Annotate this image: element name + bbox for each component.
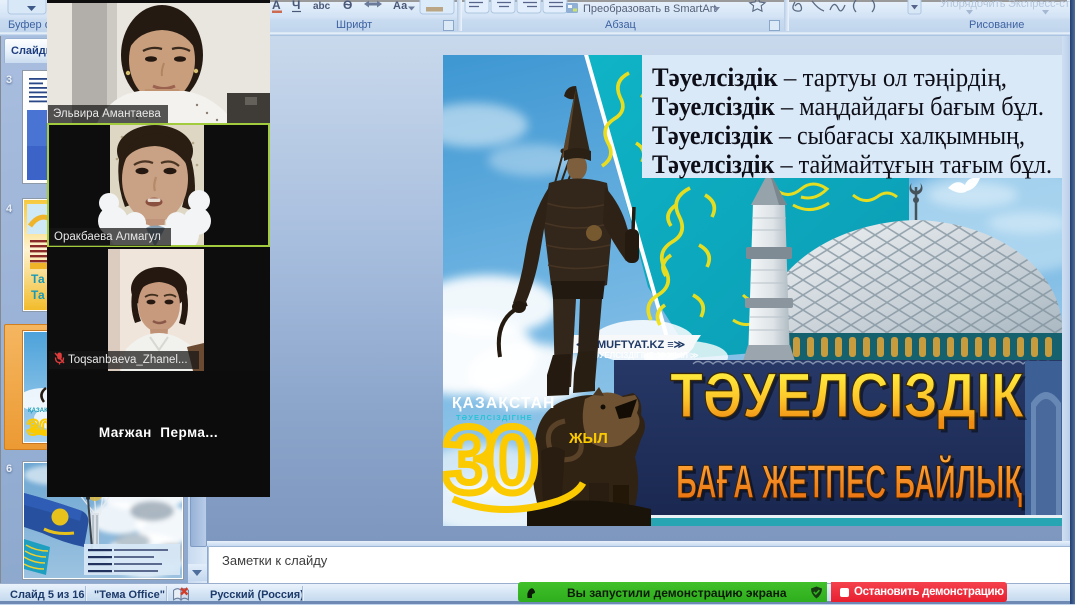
svg-text:Ч: Ч — [292, 0, 300, 12]
svg-text:А: А — [272, 0, 281, 12]
svg-text:БАҒА ЖЕТПЕС БАЙЛЫҚ: БАҒА ЖЕТПЕС БАЙЛЫҚ — [676, 455, 1022, 508]
svg-text:Та: Та — [31, 272, 45, 286]
svg-text:Та: Та — [31, 288, 45, 302]
svg-text:Преобразовать в SmartArt: Преобразовать в SmartArt — [583, 3, 716, 15]
svg-text:Упорядочить: Упорядочить — [940, 0, 1006, 10]
svg-text:30: 30 — [443, 407, 535, 512]
svg-text:Тәуелсіздік – таймайтұғын тағы: Тәуелсіздік – таймайтұғын тағым бұл. — [652, 150, 1052, 179]
svg-text:Ѳ: Ѳ — [343, 0, 352, 12]
svg-text:abc: abc — [313, 1, 331, 12]
svg-text:ЖЫЛ: ЖЫЛ — [568, 430, 608, 447]
svg-text:ТӘУЕЛСІЗДІК: ТӘУЕЛСІЗДІК — [670, 361, 1024, 431]
svg-text:Тәуелсіздік – сыбағасы халқымн: Тәуелсіздік – сыбағасы халқымның, — [652, 121, 1025, 150]
svg-text:Тәуелсіздік – тартуы ол тәңірд: Тәуелсіздік – тартуы ол тәңірдің, — [652, 63, 1007, 92]
svg-text:Аа: Аа — [393, 0, 408, 12]
svg-text:Тәуелсіздік – маңдайдағы бағым: Тәуелсіздік – маңдайдағы бағым бұл. — [652, 92, 1044, 121]
svg-text:Экспресс-сти: Экспресс-сти — [1008, 0, 1075, 10]
